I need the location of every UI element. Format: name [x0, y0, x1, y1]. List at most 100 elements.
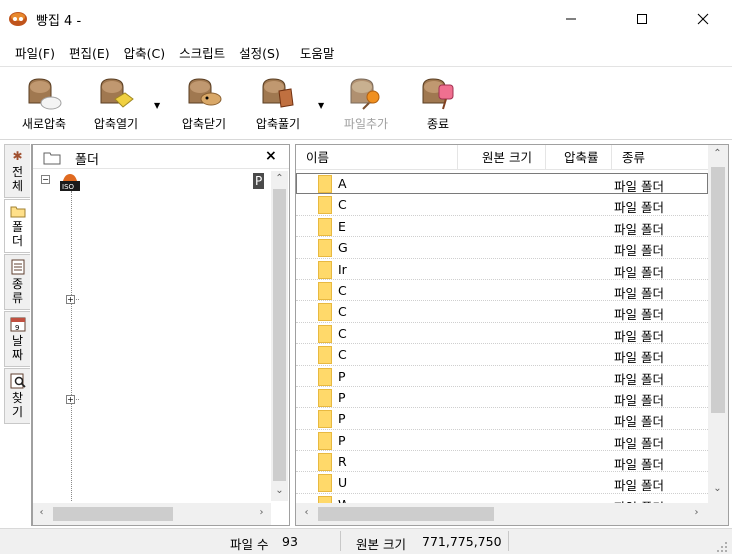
folder-icon	[318, 175, 332, 193]
scroll-up-arrow[interactable]: ⌃	[271, 173, 288, 184]
list-item[interactable]: C 파일 폴더	[296, 344, 708, 366]
item-name: C	[338, 282, 347, 298]
minimize-button[interactable]	[548, 0, 594, 38]
exit-button[interactable]: 종료	[402, 77, 474, 137]
item-type: 파일 폴더	[614, 221, 664, 237]
column-ratio[interactable]: 압축률	[546, 145, 612, 170]
item-name: C	[338, 197, 347, 213]
menu-compress[interactable]: 압축(C)	[119, 41, 170, 64]
open-archive-button[interactable]: 압축열기	[80, 77, 152, 137]
list-item[interactable]: E 파일 폴더	[296, 216, 708, 238]
scroll-thumb[interactable]	[318, 507, 494, 521]
new-archive-button[interactable]: 새로압축	[8, 77, 80, 137]
list-item[interactable]: W파일 폴더	[296, 494, 708, 503]
list-item[interactable]: P 파일 폴더	[296, 430, 708, 452]
tree-collapse-toggle[interactable]: −	[41, 175, 50, 184]
item-type: 파일 폴더	[614, 285, 664, 301]
scroll-thumb[interactable]	[711, 167, 725, 413]
tab-date[interactable]: 9 날짜	[4, 311, 30, 367]
scroll-thumb[interactable]	[273, 189, 286, 481]
search-icon	[10, 373, 26, 389]
add-file-button[interactable]: 파일추가	[330, 77, 402, 137]
folder-panel-header: 폴더 ×	[33, 145, 289, 169]
status-separator	[340, 531, 341, 551]
folder-vscrollbar[interactable]: ⌃ ⌄	[271, 171, 288, 501]
close-archive-button[interactable]: 압축닫기	[168, 77, 240, 137]
scroll-left-arrow[interactable]: ‹	[298, 507, 315, 518]
folder-icon	[318, 281, 332, 300]
folder-icon	[318, 410, 332, 429]
extract-dropdown-arrow[interactable]: ▼	[318, 101, 324, 110]
maximize-button[interactable]	[619, 0, 665, 38]
scroll-right-arrow[interactable]: ›	[688, 507, 705, 518]
file-list-rows: A 파일 폴더 C 파일 폴더 E 파일 폴더 G 파일 폴더 Ir 파일 폴더 C 파일 폴더 C 파일…	[296, 173, 708, 503]
menu-file[interactable]: 파일(F)	[10, 41, 60, 64]
item-type: 파일 폴더	[614, 307, 664, 323]
tree-root-label[interactable]: P	[253, 173, 265, 189]
close-window-button[interactable]	[680, 0, 726, 38]
scroll-thumb[interactable]	[53, 507, 173, 521]
tree-expand-toggle[interactable]: +	[66, 295, 75, 304]
asterisk-icon: ✱	[12, 149, 23, 163]
folder-icon	[318, 474, 332, 493]
tab-type[interactable]: 종류	[4, 254, 30, 310]
tree-expand-toggle[interactable]: +	[66, 395, 75, 404]
status-bar: 파일 수 93 원본 크기 771,775,750	[0, 528, 732, 554]
item-type: 파일 폴더	[614, 371, 664, 387]
list-item[interactable]: P 파일 폴더	[296, 387, 708, 409]
tab-folder[interactable]: 폴더	[4, 199, 30, 253]
folder-hscrollbar[interactable]: ‹ ›	[33, 503, 271, 525]
list-item[interactable]: G 파일 폴더	[296, 237, 708, 259]
menu-help[interactable]: 도움말	[295, 41, 340, 64]
folder-panel-close-button[interactable]: ×	[265, 148, 277, 164]
menu-edit[interactable]: 편집(E)	[64, 41, 115, 64]
folder-tree: − ISO P + +	[33, 171, 271, 501]
resize-grip-icon[interactable]	[716, 541, 728, 553]
folder-icon	[318, 431, 332, 450]
open-archive-dropdown-arrow[interactable]: ▼	[154, 101, 160, 110]
item-name: E	[338, 218, 346, 234]
item-name: A	[338, 176, 347, 191]
item-type: 파일 폴더	[614, 457, 664, 473]
list-item[interactable]: Updates 파일 폴더	[296, 472, 708, 494]
list-item[interactable]: C 파일 폴더	[296, 323, 708, 345]
scroll-down-arrow[interactable]: ⌄	[271, 485, 288, 496]
list-item[interactable]: C 파일 폴더	[296, 301, 708, 323]
menu-script[interactable]: 스크립트	[174, 41, 230, 64]
list-hscrollbar[interactable]: ‹ ›	[296, 503, 728, 525]
tab-all[interactable]: ✱ 전체	[4, 144, 30, 198]
toolbar: 새로압축 압축열기 ▼ 압축닫기 압축풀기 ▼ 파일추가 종료	[0, 66, 732, 140]
folder-icon	[318, 346, 332, 365]
scroll-right-arrow[interactable]: ›	[253, 507, 270, 518]
open-archive-icon	[100, 78, 134, 108]
list-item[interactable]: C 파일 폴더	[296, 194, 708, 216]
scroll-left-arrow[interactable]: ‹	[33, 507, 50, 518]
menu-settings[interactable]: 설정(S)	[234, 41, 285, 64]
folder-icon	[318, 453, 332, 472]
list-item[interactable]: P 파일 폴더	[296, 408, 708, 430]
list-item[interactable]: Ir 파일 폴더	[296, 259, 708, 280]
scroll-down-arrow[interactable]: ⌄	[709, 483, 726, 494]
folder-panel-title: 폴더	[75, 153, 99, 168]
item-name: Ir	[338, 261, 347, 277]
scroll-up-arrow[interactable]: ⌃	[709, 148, 726, 159]
folder-icon	[318, 388, 332, 407]
iso-disc-icon: ISO	[60, 174, 80, 191]
extract-archive-button[interactable]: 압축풀기	[242, 77, 314, 137]
document-icon	[11, 259, 24, 275]
exit-icon	[422, 78, 454, 110]
folder-icon	[318, 217, 332, 236]
item-type: 파일 폴더	[614, 435, 664, 451]
list-item[interactable]: C 파일 폴더	[296, 280, 708, 302]
list-item[interactable]: R 파일 폴더	[296, 451, 708, 473]
column-original-size[interactable]: 원본 크기	[458, 145, 546, 170]
list-item[interactable]: A 파일 폴더	[296, 173, 708, 195]
svg-text:ISO: ISO	[62, 183, 75, 191]
column-type[interactable]: 종류	[612, 145, 708, 170]
tab-search[interactable]: 찾기	[4, 368, 30, 424]
column-name[interactable]: 이름	[296, 145, 458, 170]
list-vscrollbar[interactable]: ⌃ ⌄	[708, 145, 728, 503]
list-item[interactable]: P 파일 폴더	[296, 366, 708, 387]
folder-icon	[318, 196, 332, 215]
extract-archive-icon	[262, 78, 294, 108]
